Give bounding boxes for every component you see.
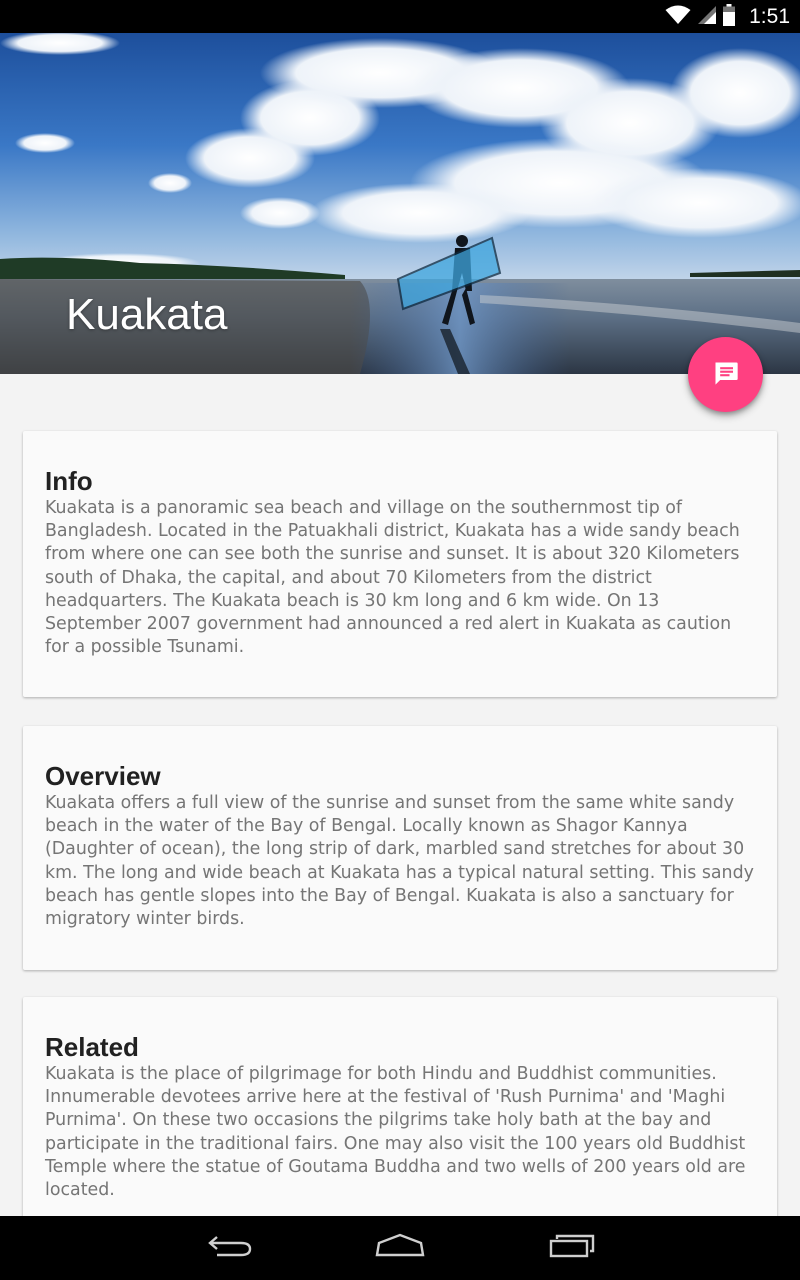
card-body: Kuakata offers a full view of the sunris… (45, 793, 754, 930)
status-icons: 1:51 (665, 0, 790, 33)
card-title: Related (45, 1032, 139, 1062)
info-card: Info Kuakata is a panoramic sea beach an… (23, 431, 777, 697)
message-icon (712, 359, 740, 391)
recents-button[interactable] (527, 1216, 617, 1280)
message-fab-button[interactable] (688, 337, 763, 412)
card-title: Info (45, 466, 93, 496)
status-time: 1:51 (749, 4, 790, 28)
card-title: Overview (45, 761, 161, 791)
card-body: Kuakata is a panoramic sea beach and vil… (45, 498, 740, 658)
header-image: Kuakata (0, 33, 800, 374)
status-bar: 1:51 (0, 0, 800, 33)
recents-icon (549, 1233, 595, 1263)
overview-card: Overview Kuakata offers a full view of t… (23, 726, 777, 970)
content-scroll[interactable]: Info Kuakata is a panoramic sea beach an… (0, 374, 800, 1216)
card-body: Kuakata is the place of pilgrimage for b… (45, 1064, 746, 1201)
back-button[interactable] (185, 1216, 275, 1280)
navigation-bar (0, 1216, 800, 1280)
cell-signal-icon (697, 5, 717, 29)
page-title: Kuakata (66, 290, 228, 339)
battery-icon (723, 3, 736, 30)
home-button[interactable] (355, 1216, 445, 1280)
home-icon (375, 1233, 425, 1263)
wifi-icon (665, 5, 691, 29)
related-card: Related Kuakata is the place of pilgrima… (23, 997, 777, 1216)
back-icon (207, 1233, 253, 1263)
